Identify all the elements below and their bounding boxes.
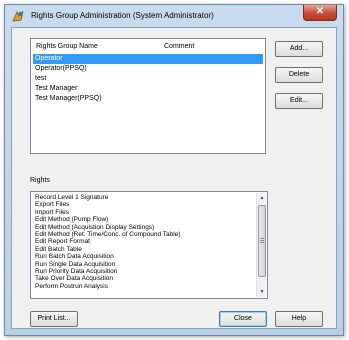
column-header-comment[interactable]: Comment <box>164 43 194 50</box>
right-item[interactable]: Perform Postrun Analysis <box>33 283 255 290</box>
right-item[interactable]: Edit Method (Acquistion Display Settings… <box>33 224 255 231</box>
group-row-test-manager-ppsq[interactable]: Test Manager(PPSQ) <box>33 94 263 104</box>
group-row-operator[interactable]: Operator <box>33 54 263 64</box>
right-item[interactable]: Export Files <box>33 201 255 208</box>
rights-items: Record Level 1 Signature Export Files Im… <box>33 194 255 296</box>
group-row-test-manager[interactable]: Test Manager <box>33 84 263 94</box>
scroll-up-icon[interactable]: ▲ <box>257 193 267 203</box>
right-item[interactable]: Import Files <box>33 209 255 216</box>
delete-button[interactable]: Delete <box>275 67 323 83</box>
window-title: Rights Group Administration (System Admi… <box>31 11 214 20</box>
scroll-thumb[interactable] <box>258 205 266 277</box>
group-row-operator-ppsq[interactable]: Operator(PPSQ) <box>33 64 263 74</box>
right-item[interactable]: Edit Batch Table <box>33 246 255 253</box>
rights-group-admin-dialog: Rights Group Administration (System Admi… <box>4 4 344 336</box>
rights-scrollbar[interactable]: ▲ ▼ <box>256 193 266 297</box>
dialog-body: Rights Group Name Comment Operator Opera… <box>11 27 337 329</box>
right-item[interactable]: Record Level 1 Signature <box>33 194 255 201</box>
rights-list[interactable]: Record Level 1 Signature Export Files Im… <box>30 191 268 299</box>
right-item[interactable]: Take Over Data Acquisition <box>33 275 255 282</box>
list-header: Rights Group Name Comment <box>31 39 265 52</box>
close-button[interactable]: Close <box>219 311 267 327</box>
grip-icon <box>260 238 264 244</box>
right-item[interactable]: Run Batch Data Acquisition <box>33 253 255 260</box>
app-icon <box>12 10 24 22</box>
right-item[interactable]: Run Priority Data Acquisition <box>33 268 255 275</box>
scroll-down-icon[interactable]: ▼ <box>257 287 267 297</box>
column-header-name[interactable]: Rights Group Name <box>36 43 98 50</box>
right-item[interactable]: Edit Report Format <box>33 238 255 245</box>
rights-label: Rights <box>30 177 50 184</box>
print-list-button[interactable]: Print List... <box>30 311 78 327</box>
group-row-test[interactable]: test <box>33 74 263 84</box>
rights-group-list[interactable]: Rights Group Name Comment Operator Opera… <box>30 38 266 154</box>
edit-button[interactable]: Edit... <box>275 93 323 109</box>
add-button[interactable]: Add... <box>275 41 323 57</box>
title-bar[interactable]: Rights Group Administration (System Admi… <box>5 5 343 27</box>
right-item[interactable]: Edit Method (Pump Flow) <box>33 216 255 223</box>
window-close-button[interactable]: ✕ <box>303 5 337 21</box>
help-button[interactable]: Help <box>275 311 323 327</box>
right-item[interactable]: Edit Method (Ret. Time/Conc. of Compound… <box>33 231 255 238</box>
right-item[interactable]: Run Single Data Acquisition <box>33 261 255 268</box>
